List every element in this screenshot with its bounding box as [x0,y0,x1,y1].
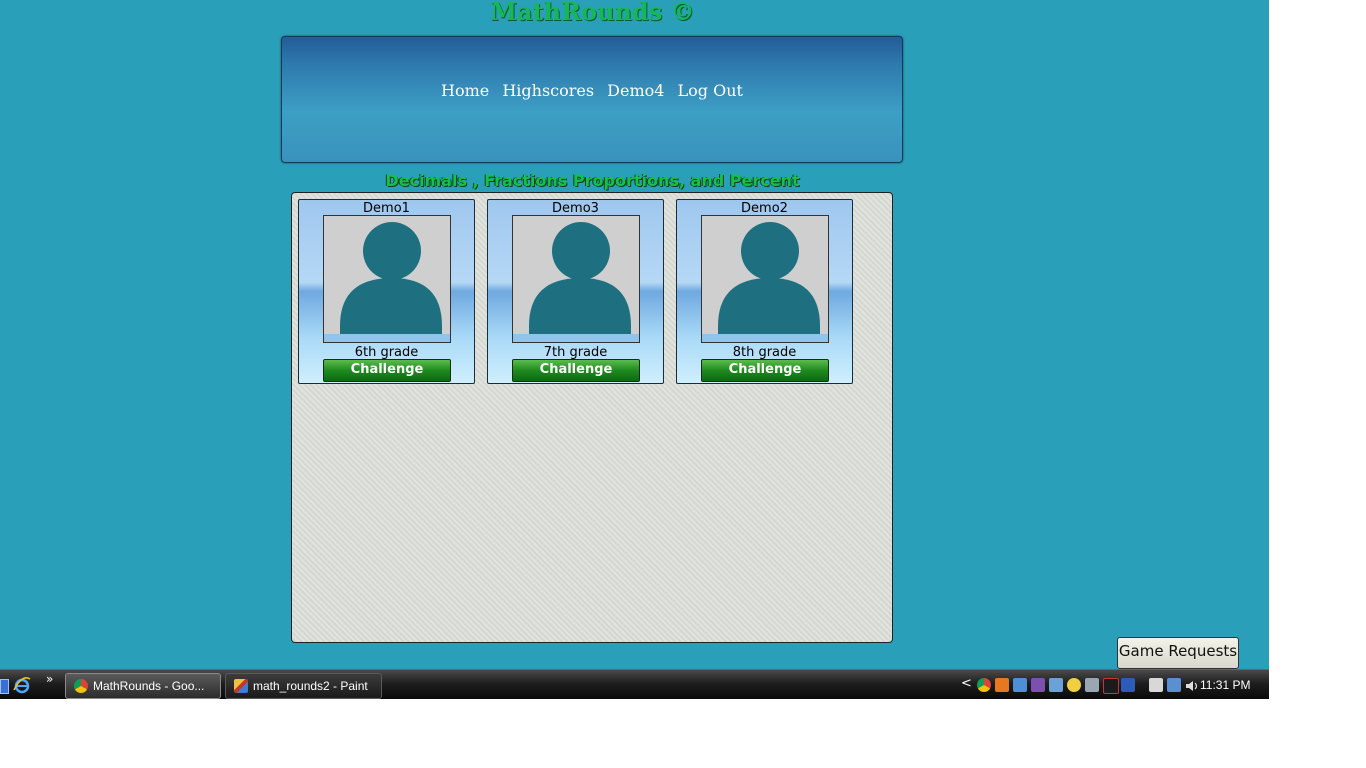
player-grade: 7th grade [543,345,608,360]
power-icon[interactable] [1149,678,1163,692]
player-name: Demo2 [741,201,788,216]
site-title: MathRounds © [490,0,695,26]
console-tray-icon[interactable] [1103,678,1119,694]
taskbar-item-chrome[interactable]: MathRounds - Goo... [65,673,221,699]
nav-panel: Home Highscores Demo4 Log Out [281,36,903,163]
taskbar-clock[interactable]: 11:31 PM [1200,670,1250,699]
challenge-button[interactable]: Challenge [512,359,640,382]
internet-explorer-icon[interactable] [13,676,31,694]
nav-home-link[interactable]: Home [441,81,489,100]
quick-launch-overflow-icon[interactable]: » [46,672,53,686]
taskbar-item-paint[interactable]: math_rounds2 - Paint [225,673,382,699]
browser-viewport: MathRounds © Home Highscores Demo4 Log O… [0,0,1269,699]
player-card: Demo2 8th grade Challenge [676,199,853,384]
security-tray-icon[interactable] [1067,678,1081,692]
avatar-icon [512,215,640,343]
challenge-button[interactable]: Challenge [323,359,451,382]
player-grade: 6th grade [354,345,419,360]
game-requests-button[interactable]: Game Requests [1117,637,1239,669]
app-tray-icon[interactable] [1031,678,1045,692]
chrome-tray-icon[interactable] [977,678,991,692]
nav-highscores-link[interactable]: Highscores [502,81,594,100]
nav-profile-link[interactable]: Demo4 [607,81,664,100]
player-name: Demo3 [552,201,599,216]
update-tray-icon[interactable] [1049,678,1063,692]
volume-icon[interactable] [1185,678,1199,692]
player-card: Demo1 6th grade Challenge [298,199,475,384]
avatar-icon [323,215,451,343]
nav-bar: Home Highscores Demo4 Log Out [282,81,902,100]
player-card: Demo3 7th grade Challenge [487,199,664,384]
taskbar-item-label: MathRounds - Goo... [93,679,205,693]
player-name: Demo1 [363,201,410,216]
network-status-icon[interactable] [1167,678,1181,692]
network-tray-icon[interactable] [1013,678,1027,692]
taskbar-item-label: math_rounds2 - Paint [253,679,368,693]
chrome-icon [74,679,88,693]
paint-icon [234,679,248,693]
players-panel: Demo1 6th grade Challenge Demo3 7th grad… [291,192,893,643]
player-grade: 8th grade [732,345,797,360]
show-desktop-icon[interactable] [0,679,9,694]
bluetooth-tray-icon[interactable] [1121,678,1135,692]
java-tray-icon[interactable] [995,678,1009,692]
nav-logout-link[interactable]: Log Out [678,81,743,100]
tray-expand-icon[interactable]: < [961,676,972,691]
category-title: Decimals , Fractions Proportions, and Pe… [385,171,800,190]
taskbar: » MathRounds - Goo... math_rounds2 - Pai… [0,669,1269,699]
challenge-button[interactable]: Challenge [701,359,829,382]
monitor-tray-icon[interactable] [1085,678,1099,692]
avatar-icon [701,215,829,343]
